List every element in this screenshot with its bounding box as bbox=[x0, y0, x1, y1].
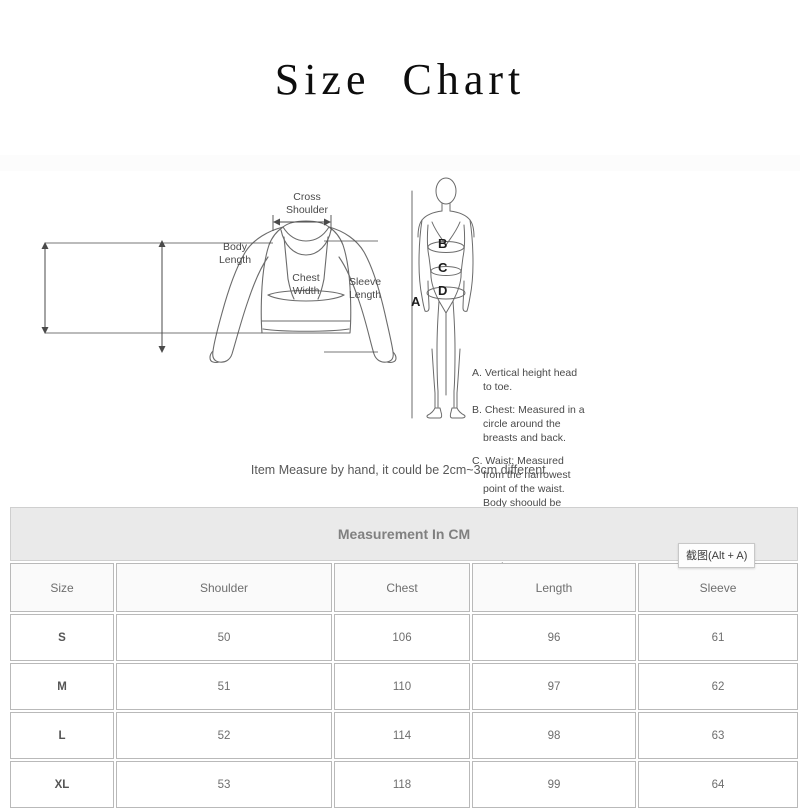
label-cross-shoulder: Cross Shoulder bbox=[272, 191, 342, 217]
size-chart-page: Size Chart Cross Shoulder Body Length Ch… bbox=[0, 0, 800, 808]
cell-size-l: L bbox=[10, 712, 114, 759]
cell-chest-m: 110 bbox=[334, 663, 470, 710]
size-table-wrapper: Measurement In CM Size Shoulder Chest Le… bbox=[8, 505, 799, 810]
table-header-row: Size Shoulder Chest Length Sleeve bbox=[10, 563, 799, 612]
label-body-length-line2: Length bbox=[218, 254, 252, 267]
cell-shoulder-xl: 53 bbox=[116, 761, 332, 808]
description-item-b: B. Chest: Measured in a circle around th… bbox=[472, 404, 594, 446]
measurement-note: Item Measure by hand, it could be 2cm~3c… bbox=[250, 463, 550, 477]
description-b-lead: B. Chest: Measured in a bbox=[472, 403, 585, 416]
cell-sleeve-l: 63 bbox=[638, 712, 799, 759]
description-a-line-1: to toe. bbox=[483, 380, 513, 393]
cell-size-s: S bbox=[10, 614, 114, 661]
column-header-length: Length bbox=[472, 563, 636, 612]
label-sleeve-length-line1: Sleeve bbox=[348, 276, 382, 288]
label-cross-shoulder-line2: Shoulder bbox=[285, 204, 329, 217]
column-header-chest: Chest bbox=[334, 563, 470, 612]
label-sleeve-length: Sleeve Length bbox=[342, 276, 388, 302]
cell-length-xl: 99 bbox=[472, 761, 636, 808]
body-marker-a: A bbox=[411, 294, 421, 309]
garment-dimension-lines bbox=[41, 215, 378, 353]
description-c-line-2: point of the waist. bbox=[483, 482, 565, 495]
table-row: XL 53 118 99 64 bbox=[10, 761, 799, 808]
cell-shoulder-m: 51 bbox=[116, 663, 332, 710]
body-marker-b: B bbox=[438, 236, 448, 251]
description-b-line-1: circle around the bbox=[483, 417, 561, 430]
description-b-line-2: breasts and back. bbox=[483, 431, 566, 444]
table-row: M 51 110 97 62 bbox=[10, 663, 799, 710]
title-banner: Size Chart bbox=[0, 0, 800, 155]
description-item-a: A. Vertical height head to toe. bbox=[472, 367, 594, 395]
label-chest-width-line2: Width bbox=[292, 285, 320, 298]
cell-chest-s: 106 bbox=[334, 614, 470, 661]
column-header-sleeve: Sleeve bbox=[638, 563, 799, 612]
label-sleeve-length-line2: Length bbox=[348, 289, 382, 302]
cell-chest-l: 114 bbox=[334, 712, 470, 759]
label-chest-width-line1: Chest bbox=[292, 272, 320, 284]
body-marker-c: C bbox=[438, 260, 448, 275]
cell-size-xl: XL bbox=[10, 761, 114, 808]
description-a-lead: A. Vertical height head bbox=[472, 367, 578, 379]
cell-shoulder-s: 50 bbox=[116, 614, 332, 661]
label-cross-shoulder-line1: Cross bbox=[293, 191, 321, 203]
cell-sleeve-m: 62 bbox=[638, 663, 799, 710]
column-header-size: Size bbox=[10, 563, 114, 612]
cell-length-s: 96 bbox=[472, 614, 636, 661]
page-title: Size Chart bbox=[274, 55, 526, 104]
column-header-shoulder: Shoulder bbox=[116, 563, 332, 612]
label-chest-width: Chest Width bbox=[284, 272, 328, 298]
body-marker-d: D bbox=[438, 283, 448, 298]
cell-shoulder-l: 52 bbox=[116, 712, 332, 759]
banner-tint-strip bbox=[0, 155, 800, 171]
cell-length-m: 97 bbox=[472, 663, 636, 710]
illustration-area: Cross Shoulder Body Length Chest Width S… bbox=[0, 171, 800, 587]
cell-sleeve-s: 61 bbox=[638, 614, 799, 661]
cell-chest-xl: 118 bbox=[334, 761, 470, 808]
screenshot-hotkey-tooltip[interactable]: 截图(Alt + A) bbox=[678, 543, 756, 568]
cell-length-l: 98 bbox=[472, 712, 636, 759]
label-body-length-line1: Body bbox=[223, 241, 247, 253]
label-body-length: Body Length bbox=[213, 241, 257, 267]
table-row: S 50 106 96 61 bbox=[10, 614, 799, 661]
table-row: L 52 114 98 63 bbox=[10, 712, 799, 759]
cell-size-m: M bbox=[10, 663, 114, 710]
cell-sleeve-xl: 64 bbox=[638, 761, 799, 808]
